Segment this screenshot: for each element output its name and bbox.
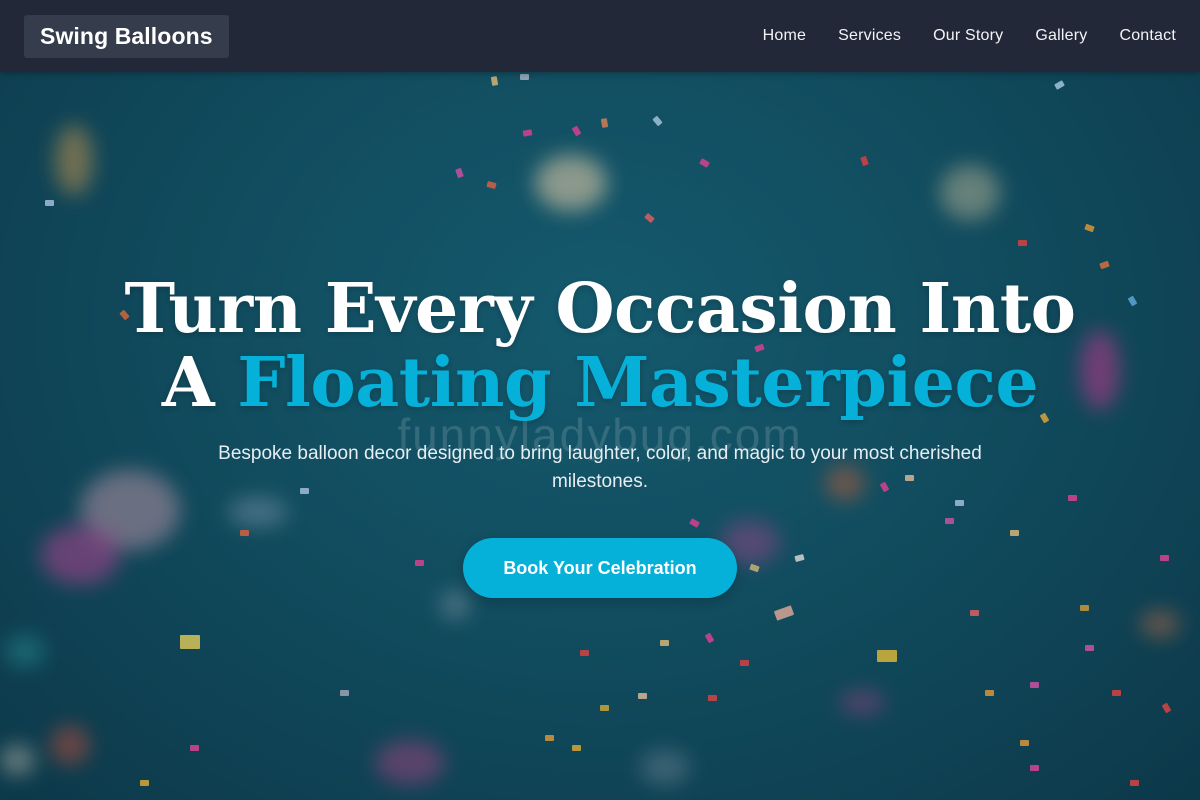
nav-links: Home Services Our Story Gallery Contact [763,27,1176,45]
nav-link-services[interactable]: Services [838,27,901,45]
brand-logo[interactable]: Swing Balloons [24,14,229,58]
headline-line-2-prefix: A [161,343,238,423]
hero-headline: Turn Every Occasion Into A Floating Mast… [124,269,1076,423]
hero-section: Turn Every Occasion Into A Floating Mast… [0,0,1200,800]
top-navbar: Swing Balloons Home Services Our Story G… [0,0,1200,72]
nav-link-our-story[interactable]: Our Story [933,27,1003,45]
headline-accent: Floating Masterpiece [237,343,1039,423]
nav-link-home[interactable]: Home [763,27,806,45]
hero-subtitle: Bespoke balloon decor designed to bring … [218,443,982,492]
nav-link-contact[interactable]: Contact [1119,27,1176,45]
headline-line-1: Turn Every Occasion Into [124,269,1076,349]
book-celebration-button[interactable]: Book Your Celebration [463,538,737,598]
nav-link-gallery[interactable]: Gallery [1035,27,1087,45]
